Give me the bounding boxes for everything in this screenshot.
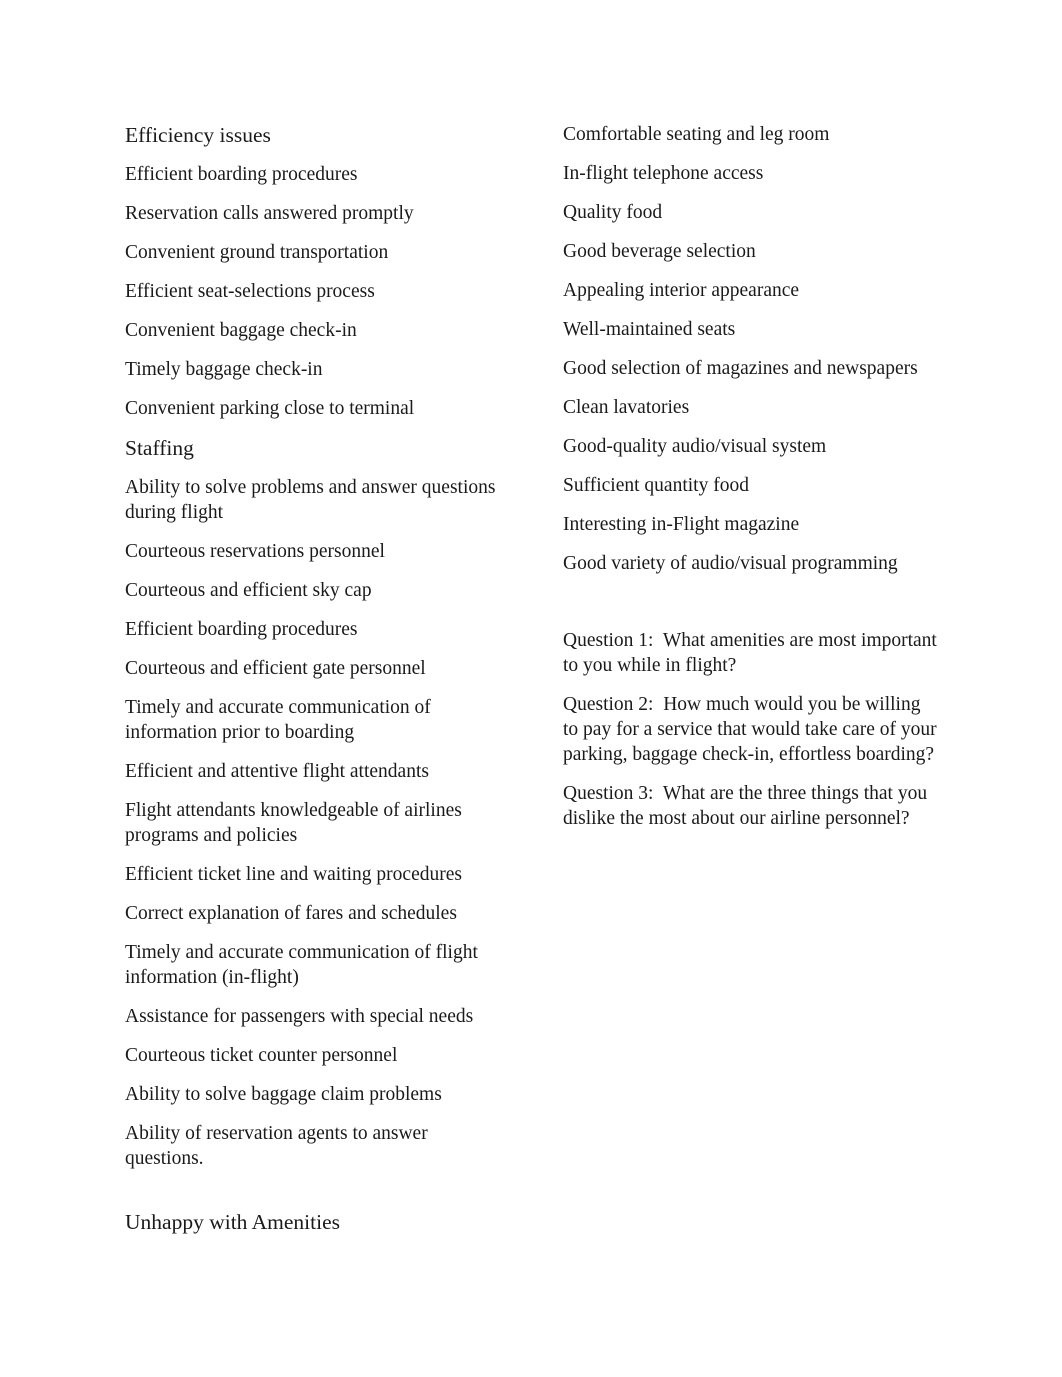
left-paragraph-spacer xyxy=(125,1185,501,1209)
left-paragraph: Efficient seat-selections process xyxy=(125,281,375,302)
left-paragraph: Convenient parking close to terminal xyxy=(125,398,415,419)
right-paragraph: Question 1: What amenities are most impo… xyxy=(563,630,942,676)
left-paragraph: Ability to solve problems and answer que… xyxy=(125,477,501,523)
right-paragraph: Good-quality audio/visual system xyxy=(563,436,827,457)
left-paragraph: Efficient boarding procedures xyxy=(125,619,358,640)
left-paragraph: Reservation calls answered promptly xyxy=(125,203,414,224)
right-paragraph: In-flight telephone access xyxy=(563,163,764,184)
right-paragraph: Clean lavatories xyxy=(563,397,690,418)
left-paragraph: Timely and accurate communication of fli… xyxy=(125,942,483,988)
left-paragraph: Efficient boarding procedures xyxy=(125,164,358,185)
right-paragraph: Interesting in-Flight magazine xyxy=(563,514,800,535)
left-paragraph: Timely and accurate communication of inf… xyxy=(125,697,436,743)
left-paragraph: Ability to solve baggage claim problems xyxy=(125,1084,442,1105)
left-paragraph: Convenient baggage check-in xyxy=(125,320,357,341)
right-paragraph-spacer xyxy=(563,590,939,628)
right-paragraph: Good variety of audio/visual programming xyxy=(563,553,898,574)
right-paragraph: Quality food xyxy=(563,202,663,223)
left-paragraph: Courteous reservations personnel xyxy=(125,541,385,562)
left-paragraph: Ability of reservation agents to answer … xyxy=(125,1123,433,1169)
left-heading: Efficiency issues xyxy=(125,123,271,147)
left-paragraph: Assistance for passengers with special n… xyxy=(125,1006,474,1027)
left-paragraph: Flight attendants knowledgeable of airli… xyxy=(125,800,467,846)
right-paragraph: Appealing interior appearance xyxy=(563,280,800,301)
left-heading: Staffing xyxy=(125,436,194,460)
document-page: Efficiency issues Efficient boarding proc… xyxy=(0,0,1062,1377)
left-paragraph: Courteous and efficient sky cap xyxy=(125,580,372,601)
left-text-column: Efficiency issues Efficient boarding proc… xyxy=(125,122,501,1249)
right-paragraph: Good selection of magazines and newspape… xyxy=(563,358,918,379)
right-text-column: Comfortable seating and leg room In-fligh… xyxy=(563,122,939,845)
left-paragraph: Efficient ticket line and waiting proced… xyxy=(125,864,462,885)
right-paragraph: Question 2: How much would you be willin… xyxy=(563,694,942,765)
left-heading: Unhappy with Amenities xyxy=(125,1210,340,1234)
right-paragraph: Question 3: What are the three things th… xyxy=(563,783,932,829)
right-paragraph: Sufficient quantity food xyxy=(563,475,749,496)
left-paragraph: Convenient ground transportation xyxy=(125,242,389,263)
right-paragraph: Good beverage selection xyxy=(563,241,756,262)
left-paragraph: Timely baggage check-in xyxy=(125,359,323,380)
left-paragraph: Courteous and efficient gate personnel xyxy=(125,658,426,679)
left-paragraph: Courteous ticket counter personnel xyxy=(125,1045,398,1066)
left-paragraph: Efficient and attentive flight attendant… xyxy=(125,761,429,782)
right-paragraph: Comfortable seating and leg room xyxy=(563,124,830,145)
right-paragraph: Well-maintained seats xyxy=(563,319,736,340)
left-paragraph: Correct explanation of fares and schedul… xyxy=(125,903,457,924)
